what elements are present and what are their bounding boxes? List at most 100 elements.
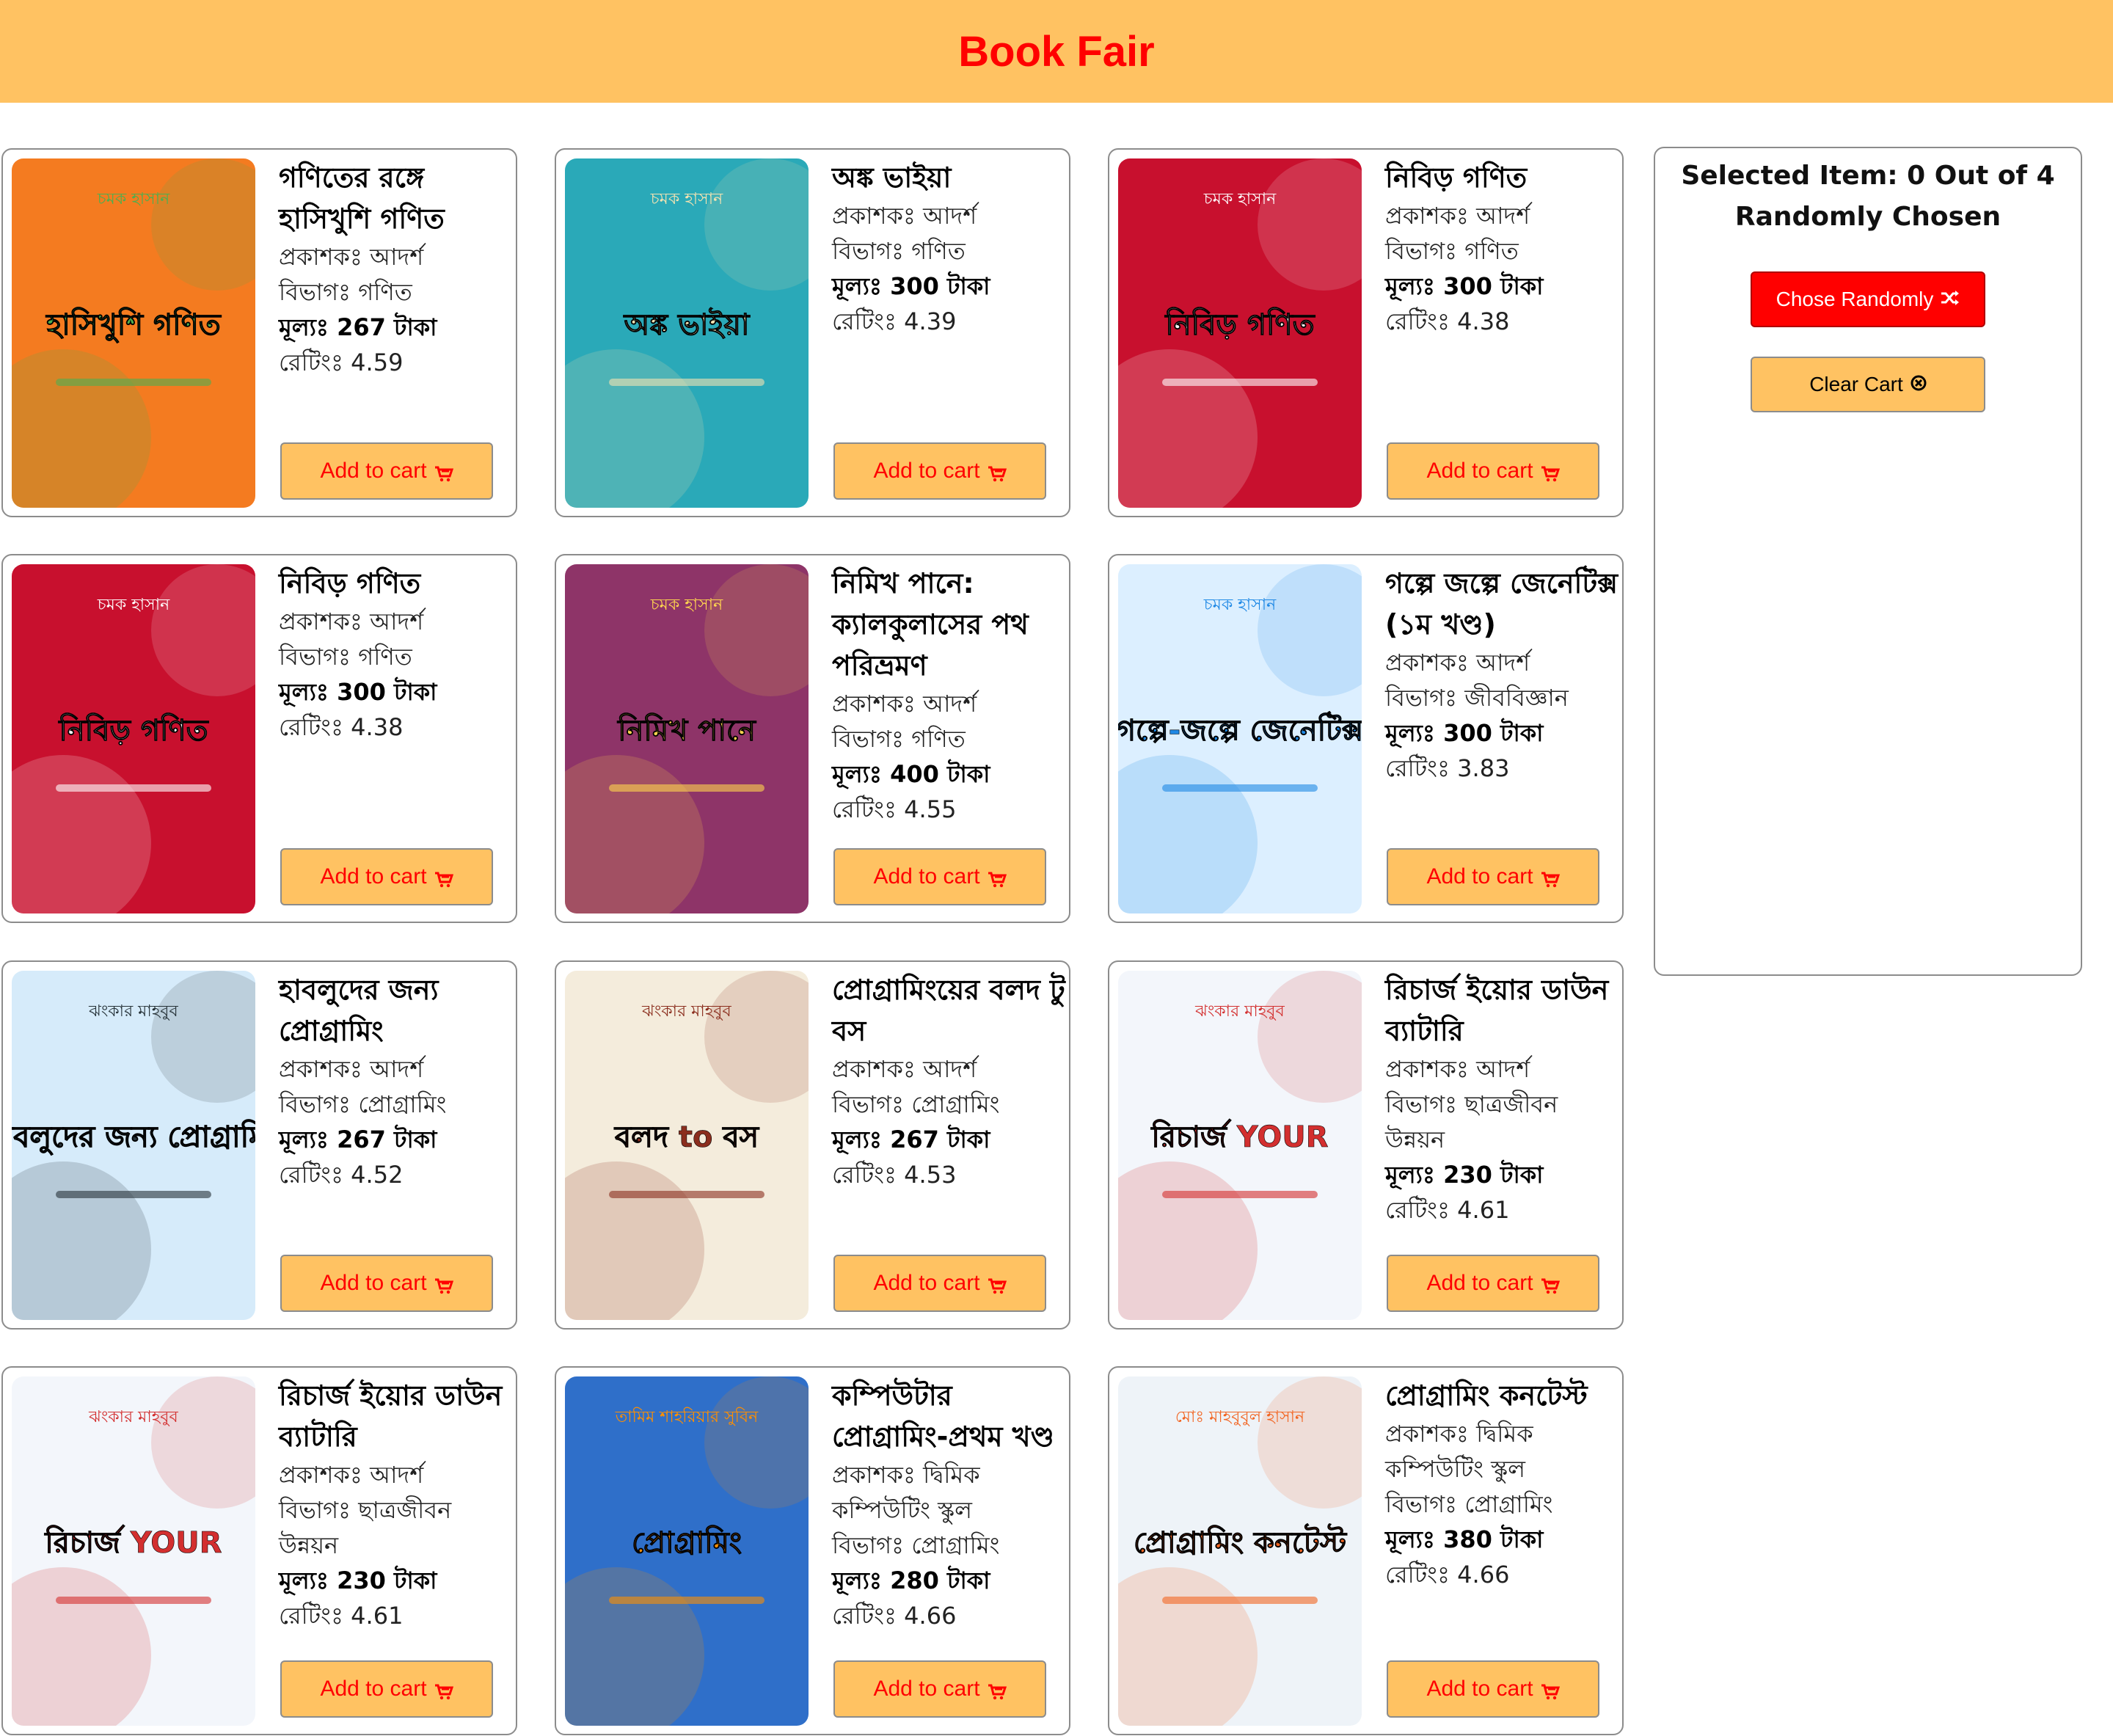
- svg-text:মোঃ মাহবুবুল হাসান: মোঃ মাহবুবুল হাসান: [1175, 1408, 1305, 1426]
- svg-text:চমক হাসান: চমক হাসান: [1203, 596, 1277, 614]
- book-cover-image: চমক হাসান অঙ্ক ভাইয়া: [565, 158, 809, 508]
- choose-randomly-label: Chose Randomly: [1776, 288, 1934, 310]
- book-publisher: প্রকাশকঃ আদর্শ: [1385, 1055, 1530, 1083]
- book-cover-image: ঝংকার মাহবুব রিচার্জ YOUR: [12, 1376, 255, 1726]
- book-category: বিভাগঃ জীববিজ্ঞান: [1385, 684, 1569, 712]
- add-to-cart-label: Add to cart: [873, 1271, 980, 1295]
- book-rating: রেটিংঃ 4.66: [832, 1602, 957, 1630]
- book-price: মূল্যঃ 267 টাকা: [832, 1126, 990, 1153]
- svg-text:প্রোগ্রামিং: প্রোগ্রামিং: [632, 1525, 742, 1560]
- book-rating: রেটিংঃ 4.53: [832, 1161, 957, 1189]
- book-info: হাবলুদের জন্য প্রোগ্রামিং প্রকাশকঃ আদর্শ ব…: [279, 969, 512, 1192]
- cart-icon: [988, 1275, 1007, 1294]
- selected-count: Selected Item: 0 Out of 4: [1681, 161, 2055, 191]
- book-info: কম্পিউটার প্রোগ্রামিং-প্রথম খণ্ড প্রকাশকঃ…: [832, 1375, 1065, 1633]
- book-info: রিচার্জ ইয়োর ডাউন ব্যাটারি প্রকাশকঃ আদর্…: [1385, 969, 1618, 1228]
- book-cover-image: মোঃ মাহবুবুল হাসান প্রোগ্রামিং কনটেস্ট: [1118, 1376, 1362, 1726]
- add-to-cart-button[interactable]: Add to cart: [280, 1660, 493, 1718]
- svg-text:ঝংকার মাহবুব: ঝংকার মাহবুব: [1194, 1002, 1285, 1021]
- book-publisher: প্রকাশকঃ আদর্শ: [279, 1055, 424, 1083]
- shuffle-icon: [1941, 288, 1960, 311]
- book-price: মূল্যঃ 230 টাকা: [1385, 1161, 1544, 1189]
- book-title: নিমিখ পানে: ক্যালকুলাসের পথ পরিভ্রমণ: [832, 567, 1029, 682]
- add-to-cart-button[interactable]: Add to cart: [833, 848, 1046, 905]
- book-card: ঝংকার মাহবুব বলদ to বস প্রোগ্রামিংয়ের বলদ…: [555, 960, 1070, 1330]
- svg-text:তামিম শাহরিয়ার সুবিন: তামিম শাহরিয়ার সুবিন: [615, 1407, 759, 1426]
- svg-text:রিচার্জ YOUR: রিচার্জ YOUR: [43, 1524, 222, 1560]
- add-to-cart-button[interactable]: Add to cart: [1387, 1660, 1599, 1718]
- book-title: হাবলুদের জন্য প্রোগ্রামিং: [279, 974, 439, 1047]
- add-to-cart-label: Add to cart: [873, 864, 980, 889]
- book-card: ঝংকার মাহবুবহাবলুদের জন্য প্রোগ্রামিংহাব…: [1, 960, 517, 1330]
- book-card: তামিম শাহরিয়ার সুবিন প্রোগ্রামিং কম্পিউটা…: [555, 1366, 1070, 1735]
- page-title: Book Fair: [958, 27, 1155, 76]
- cart-icon: [434, 463, 453, 482]
- book-title: কম্পিউটার প্রোগ্রামিং-প্রথম খণ্ড: [832, 1379, 1054, 1453]
- book-category: বিভাগঃ প্রোগ্রামিং: [279, 1090, 447, 1118]
- book-info: প্রোগ্রামিং কনটেস্ট প্রকাশকঃ দ্বিমিক কম্প…: [1385, 1375, 1618, 1592]
- cart-icon: [988, 1681, 1007, 1700]
- add-to-cart-label: Add to cart: [320, 864, 427, 889]
- cart-icon: [988, 463, 1007, 482]
- book-publisher: প্রকাশকঃ আদর্শ: [279, 608, 424, 635]
- book-publisher: প্রকাশকঃ আদর্শ: [832, 1055, 977, 1083]
- book-category: বিভাগঃ প্রোগ্রামিং: [1385, 1490, 1553, 1518]
- add-to-cart-label: Add to cart: [873, 459, 980, 483]
- cart-icon: [1541, 869, 1560, 888]
- book-info: গণিতের রঙ্গে হাসিখুশি গণিত প্রকাশকঃ আদর্শ…: [279, 157, 512, 380]
- svg-text:হাবলুদের জন্য প্রোগ্রামিং: হাবলুদের জন্য প্রোগ্রামিং: [12, 1119, 255, 1156]
- book-info: অঙ্ক ভাইয়া প্রকাশকঃ আদর্শ বিভাগঃ গণিত মূল্…: [832, 157, 1065, 339]
- add-to-cart-button[interactable]: Add to cart: [280, 848, 493, 905]
- book-title: গল্পে জল্পে জেনেটিক্স (১ম খণ্ড): [1385, 567, 1618, 641]
- book-price: মূল্যঃ 380 টাকা: [1385, 1525, 1544, 1553]
- book-publisher: প্রকাশকঃ আদর্শ: [1385, 202, 1530, 230]
- svg-text:চমক হাসান: চমক হাসান: [97, 596, 170, 614]
- add-to-cart-label: Add to cart: [1426, 1271, 1533, 1295]
- svg-text:হাসিখুশি গণিত: হাসিখুশি গণিত: [45, 307, 222, 343]
- svg-text:চমক হাসান: চমক হাসান: [97, 190, 170, 208]
- book-cover-image: ঝংকার মাহবুব বলদ to বস: [565, 971, 809, 1320]
- book-cover-image: ঝংকার মাহবুব হাবলুদের জন্য প্রোগ্রামিং: [12, 971, 255, 1320]
- book-category: বিভাগঃ গণিত: [1385, 237, 1519, 265]
- book-price: মূল্যঃ 300 টাকা: [279, 678, 437, 706]
- add-to-cart-button[interactable]: Add to cart: [833, 1660, 1046, 1718]
- book-price: মূল্যঃ 267 টাকা: [279, 1126, 437, 1153]
- add-to-cart-label: Add to cart: [320, 459, 427, 483]
- book-title: রিচার্জ ইয়োর ডাউন ব্যাটারি: [1385, 974, 1609, 1047]
- add-to-cart-label: Add to cart: [873, 1677, 980, 1701]
- book-card: ঝংকার মাহবুব রিচার্জ YOUR রিচার্জ ইয়োর ডা…: [1, 1366, 517, 1735]
- book-rating: রেটিংঃ 4.66: [1385, 1561, 1510, 1589]
- add-to-cart-label: Add to cart: [320, 1677, 427, 1701]
- book-category: বিভাগঃ গণিত: [832, 237, 966, 265]
- book-rating: রেটিংঃ 4.38: [1385, 307, 1510, 335]
- add-to-cart-button[interactable]: Add to cart: [1387, 1255, 1599, 1312]
- book-rating: রেটিংঃ 4.61: [279, 1602, 404, 1630]
- clear-cart-button[interactable]: Clear Cart: [1751, 357, 1985, 412]
- book-rating: রেটিংঃ 4.59: [279, 349, 404, 376]
- svg-text:বলদ to বস: বলদ to বস: [613, 1120, 760, 1154]
- add-to-cart-button[interactable]: Add to cart: [1387, 848, 1599, 905]
- add-to-cart-button[interactable]: Add to cart: [833, 1255, 1046, 1312]
- cart-icon: [434, 1681, 453, 1700]
- cart-icon: [1541, 1275, 1560, 1294]
- book-publisher: প্রকাশকঃ দ্বিমিক কম্পিউটিং স্কুল: [1385, 1420, 1533, 1483]
- book-title: প্রোগ্রামিং কনটেস্ট: [1385, 1379, 1588, 1412]
- choose-randomly-button[interactable]: Chose Randomly: [1751, 271, 1985, 327]
- svg-text:গল্পে-জল্পে জেনেটিক্স: গল্পে-জল্পে জেনেটিক্স: [1118, 711, 1362, 748]
- cart-icon: [1541, 463, 1560, 482]
- add-to-cart-button[interactable]: Add to cart: [833, 442, 1046, 500]
- add-to-cart-button[interactable]: Add to cart: [280, 442, 493, 500]
- clear-cart-label: Clear Cart: [1809, 373, 1903, 395]
- book-info: প্রোগ্রামিংয়ের বলদ টু বস প্রকাশকঃ আদর্শ ব…: [832, 969, 1065, 1192]
- add-to-cart-button[interactable]: Add to cart: [280, 1255, 493, 1312]
- add-to-cart-button[interactable]: Add to cart: [1387, 442, 1599, 500]
- book-cover-image: ঝংকার মাহবুব রিচার্জ YOUR: [1118, 971, 1362, 1320]
- book-price: মূল্যঃ 300 টাকা: [1385, 272, 1544, 300]
- book-title: অঙ্ক ভাইয়া: [832, 161, 952, 194]
- book-publisher: প্রকাশকঃ আদর্শ: [279, 243, 424, 271]
- svg-text:চমক হাসান: চমক হাসান: [650, 596, 723, 614]
- book-info: নিবিড় গণিত প্রকাশকঃ আদর্শ বিভাগঃ গণিত মূল্…: [1385, 157, 1618, 339]
- book-card: ঝংকার মাহবুব রিচার্জ YOUR রিচার্জ ইয়োর ডা…: [1108, 960, 1624, 1330]
- cart-icon: [434, 1275, 453, 1294]
- svg-text:ঝংকার মাহবুব: ঝংকার মাহবুব: [641, 1002, 731, 1021]
